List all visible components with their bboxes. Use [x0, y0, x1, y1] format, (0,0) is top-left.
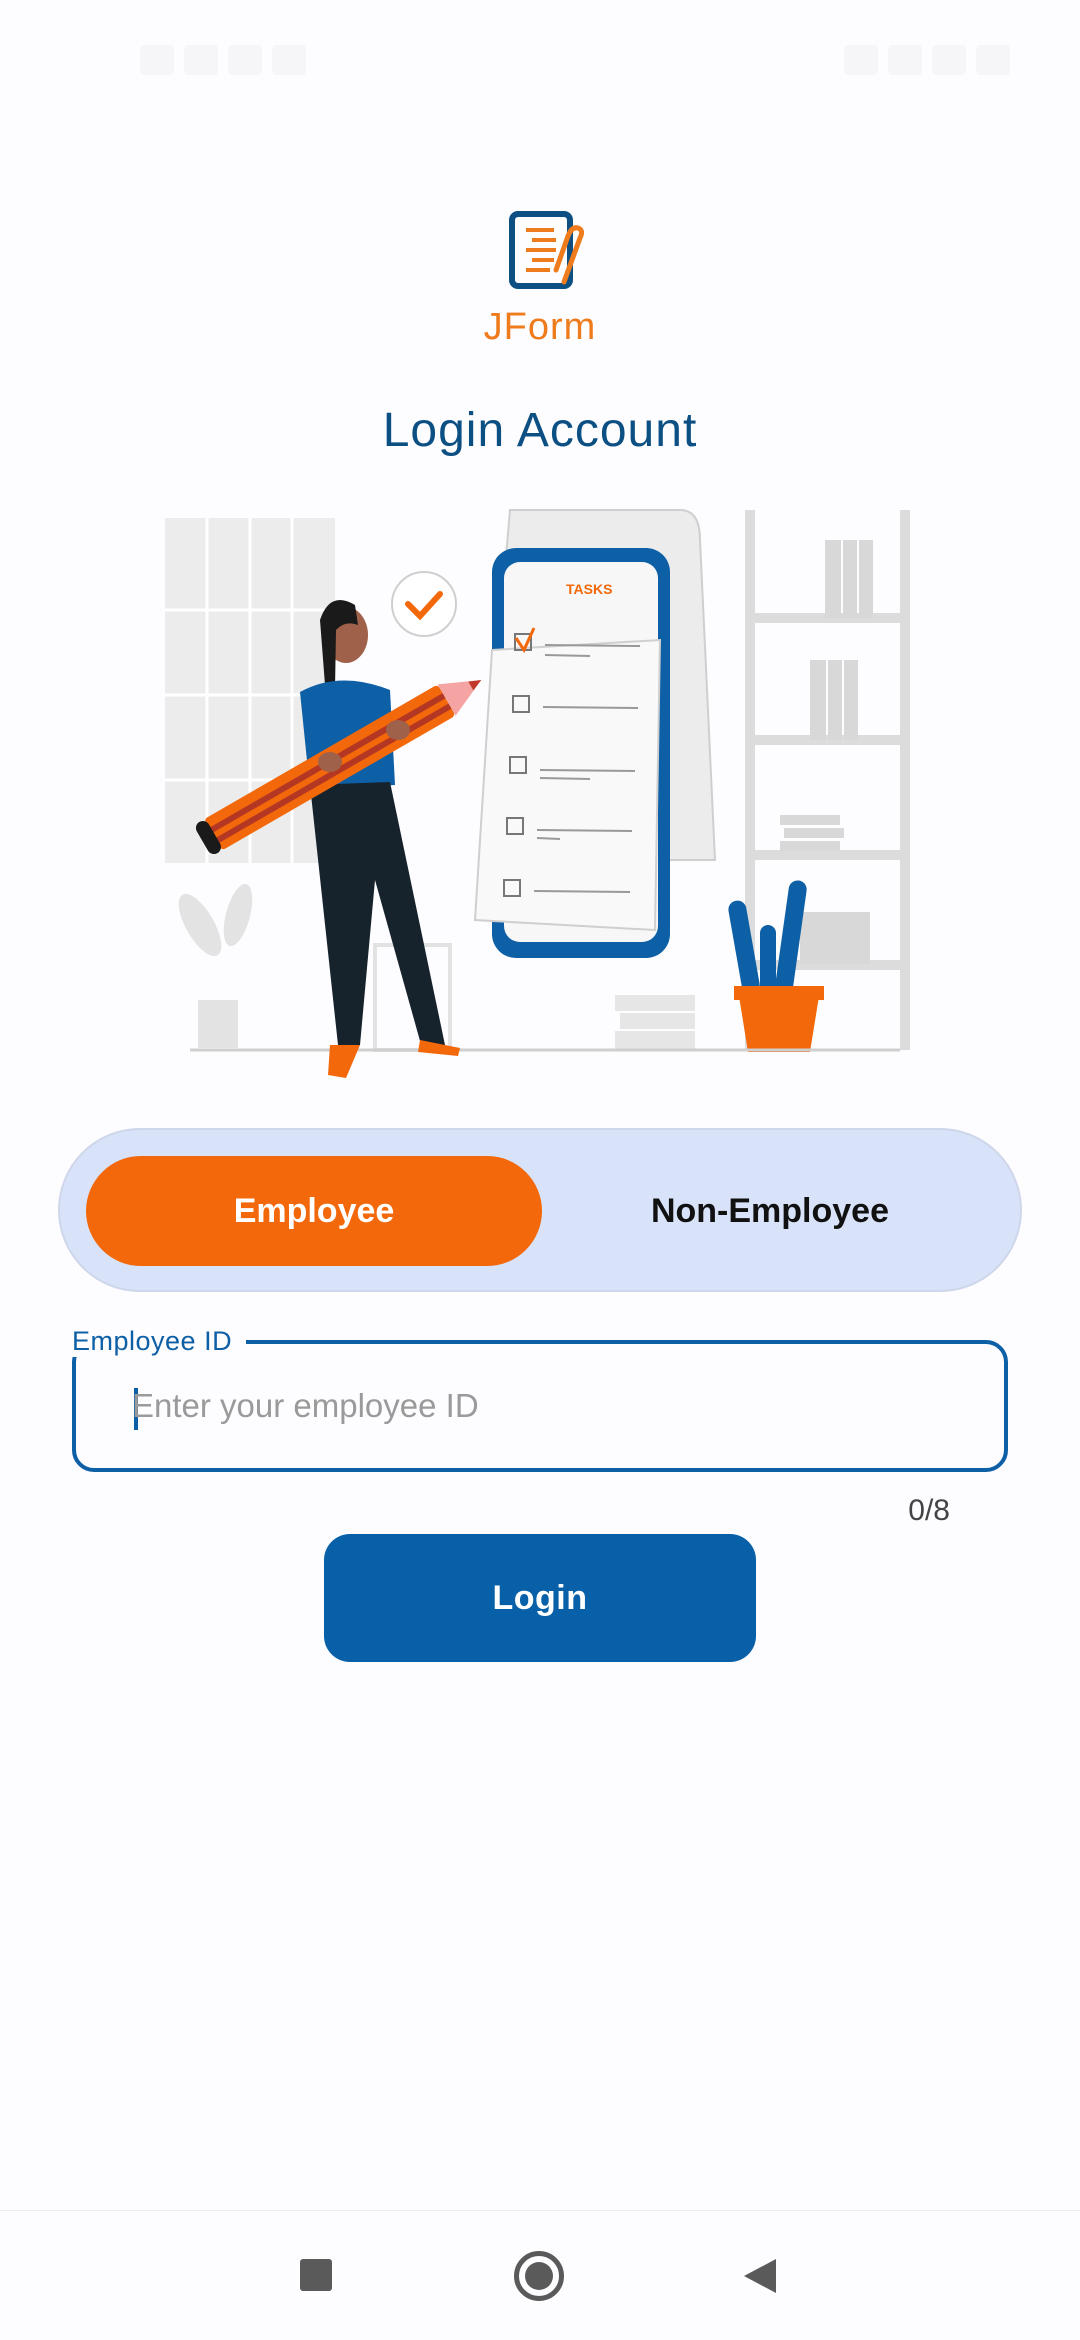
page-title: Login Account [382, 404, 698, 457]
non-employee-toggle-option[interactable]: Non-Employee [542, 1156, 998, 1266]
employee-id-field[interactable] [72, 1340, 1008, 1472]
status-left-icons [140, 42, 306, 78]
login-button[interactable]: Login [324, 1534, 756, 1662]
user-type-toggle: Employee Non-Employee [58, 1128, 1022, 1292]
system-nav-bar [0, 2210, 1080, 2340]
tasks-label: TASKS [566, 581, 612, 597]
employee-toggle-option[interactable]: Employee [86, 1156, 542, 1266]
status-right-icons [844, 42, 1010, 78]
employee-id-label: Employee ID [58, 1326, 247, 1357]
square-icon[interactable] [300, 2259, 332, 2291]
triangle-back-icon[interactable] [742, 2257, 778, 2295]
employee-id-input[interactable] [132, 1374, 952, 1438]
document-clip-icon [509, 211, 585, 289]
character-counter: 0/8 [908, 1494, 950, 1527]
app-name: JForm [483, 306, 597, 348]
status-bar [0, 0, 1080, 120]
tasks-illustration: TASKS [165, 509, 910, 1078]
circle-icon[interactable] [514, 2251, 564, 2301]
